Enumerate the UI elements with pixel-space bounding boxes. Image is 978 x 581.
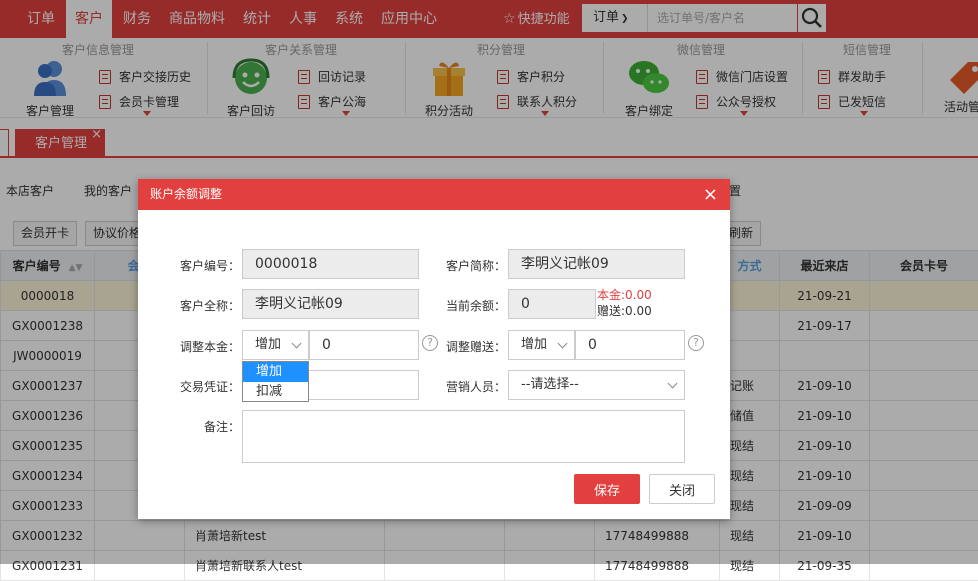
label-voucher: 交易凭证： (140, 378, 240, 395)
label-customer-no: 客户编号： (140, 257, 240, 274)
dropdown-option-increase[interactable]: 增加 (243, 362, 308, 382)
current-balance-field: 0 (508, 289, 596, 319)
chevron-down-icon (558, 339, 568, 349)
principal-mode-value: 增加 (255, 337, 281, 352)
label-sales: 营销人员： (406, 378, 506, 395)
close-icon[interactable]: × (703, 179, 718, 210)
principal-amount-input[interactable] (309, 330, 419, 360)
principal-mode-dropdown: 增加 扣减 (242, 361, 309, 402)
label-customer-full: 客户全称： (140, 297, 240, 314)
label-customer-short: 客户简称： (406, 257, 506, 274)
customer-full-field: 李明义记帐09 (242, 289, 419, 319)
gift-amount-input[interactable] (575, 330, 685, 360)
sales-person-select[interactable]: --请选择-- (508, 370, 685, 400)
label-remark: 备注： (140, 418, 240, 435)
chevron-down-icon (292, 339, 302, 349)
remark-textarea[interactable] (242, 410, 685, 463)
cancel-button[interactable]: 关闭 (649, 474, 715, 504)
dialog-header: 账户余额调整 × (138, 179, 730, 210)
label-current-balance: 当前余额： (406, 297, 506, 314)
gift-balance-note: 赠送:0.00 (597, 303, 652, 319)
gift-mode-select[interactable]: 增加 (508, 330, 575, 360)
dialog-title: 账户余额调整 (150, 187, 222, 201)
label-adjust-gift: 调整赠送： (406, 338, 506, 355)
sales-person-value: --请选择-- (521, 377, 579, 392)
customer-no-field: 0000018 (242, 249, 419, 279)
dropdown-option-decrease[interactable]: 扣减 (243, 382, 308, 402)
chevron-down-icon (668, 379, 678, 389)
customer-short-field: 李明义记帐09 (508, 249, 685, 279)
save-button[interactable]: 保存 (574, 474, 640, 504)
help-icon[interactable]: ? (688, 335, 704, 351)
label-adjust-principal: 调整本金： (140, 338, 240, 355)
principal-balance-note: 本金:0.00 (597, 287, 652, 303)
gift-mode-value: 增加 (521, 337, 547, 352)
principal-mode-select[interactable]: 增加 (242, 330, 309, 360)
